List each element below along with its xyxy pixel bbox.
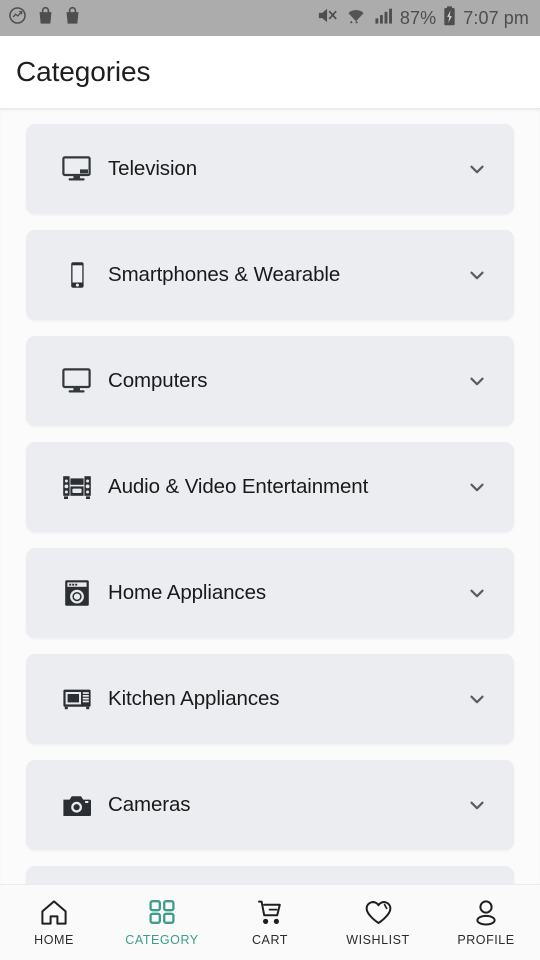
chevron-down-icon[interactable] <box>466 476 488 498</box>
category-item-smartphones-wearable[interactable]: Smartphones & Wearable <box>26 230 514 320</box>
battery-percent-label: 87% <box>399 7 437 28</box>
shopping-bag-icon <box>37 6 54 30</box>
volume-mute-icon <box>317 6 338 30</box>
wifi-icon <box>345 6 367 30</box>
shopping-bag-icon <box>64 6 81 30</box>
person-icon <box>472 898 500 926</box>
nav-item-cart[interactable]: CART <box>216 885 324 960</box>
status-bar-notifications <box>8 6 81 30</box>
category-item-home-appliances[interactable]: Home Appliances <box>26 548 514 638</box>
category-item-audio-video-entertainment[interactable]: Audio & Video Entertainment <box>26 442 514 532</box>
category-label: Cameras <box>108 793 191 816</box>
monitor-icon <box>60 364 94 398</box>
chevron-down-icon[interactable] <box>466 582 488 604</box>
microwave-oven-icon <box>60 682 94 716</box>
cellular-signal-icon <box>374 6 393 30</box>
stereo-system-icon <box>60 470 94 504</box>
nav-label: CART <box>251 933 288 947</box>
category-item-kitchen-appliances[interactable]: Kitchen Appliances <box>26 654 514 744</box>
category-list: Television Smartphones & Wearable Comput… <box>0 108 540 884</box>
nav-item-home[interactable]: HOME <box>0 885 108 960</box>
category-item-computers[interactable]: Computers <box>26 336 514 426</box>
home-icon <box>40 898 68 926</box>
activity-circle-icon <box>8 6 27 30</box>
category-list-scroll-area[interactable]: Television Smartphones & Wearable Comput… <box>0 108 540 884</box>
nav-item-profile[interactable]: PROFILE <box>432 885 540 960</box>
category-item-cameras[interactable]: Cameras <box>26 760 514 850</box>
chevron-down-icon[interactable] <box>466 794 488 816</box>
status-bar: 87% 7:07 pm <box>0 0 540 36</box>
chevron-down-icon[interactable] <box>466 370 488 392</box>
nav-item-category[interactable]: CATEGORY <box>108 885 216 960</box>
category-label: Home Appliances <box>108 581 267 604</box>
cart-icon <box>256 898 285 926</box>
nav-label: HOME <box>34 933 74 947</box>
smartphone-icon <box>60 258 94 292</box>
page-title: Categories <box>16 56 151 87</box>
washing-machine-icon <box>60 576 94 610</box>
category-label: Audio & Video Entertainment <box>108 475 369 498</box>
camera-icon <box>60 788 94 822</box>
category-label: Smartphones & Wearable <box>108 263 341 286</box>
nav-item-wishlist[interactable]: WISHLIST <box>324 885 432 960</box>
nav-label: WISHLIST <box>346 933 410 947</box>
battery-charging-icon <box>443 5 456 31</box>
chevron-down-icon[interactable] <box>466 264 488 286</box>
status-bar-indicators: 87% 7:07 pm <box>317 5 529 31</box>
grid-icon <box>148 898 176 926</box>
category-item-television[interactable]: Television <box>26 124 514 214</box>
bottom-navigation: HOME CATEGORY CART WISHLIST PROFILE <box>0 884 540 960</box>
heart-icon <box>364 898 393 926</box>
nav-label: PROFILE <box>457 933 515 947</box>
category-label: Television <box>108 157 198 180</box>
app-header: Categories <box>0 36 540 108</box>
category-label: Kitchen Appliances <box>108 687 280 710</box>
nav-label: CATEGORY <box>125 933 199 947</box>
television-icon <box>60 152 94 186</box>
chevron-down-icon[interactable] <box>466 158 488 180</box>
app-root: 87% 7:07 pm Categories Television Smartp… <box>0 0 540 960</box>
clock-label: 7:07 pm <box>463 7 529 28</box>
category-label: Computers <box>108 369 208 392</box>
chevron-down-icon[interactable] <box>466 688 488 710</box>
category-item-partial[interactable] <box>26 866 514 884</box>
